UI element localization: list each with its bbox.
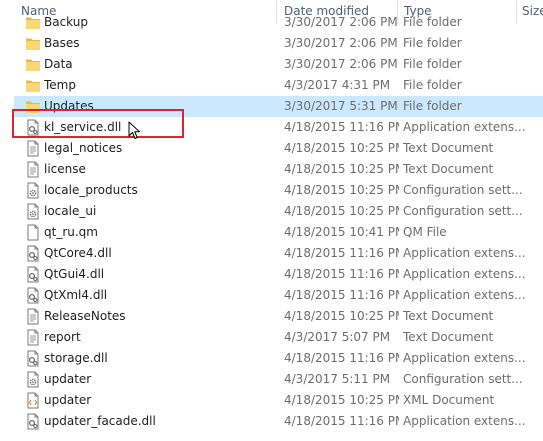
file-date-modified: 4/18/2015 10:25 PM xyxy=(284,309,399,323)
file-name: locale_products xyxy=(44,183,138,197)
file-name: QtXml4.dll xyxy=(44,288,108,302)
file-type: Text Document xyxy=(403,330,494,344)
file-name: ReleaseNotes xyxy=(44,309,126,323)
file-row[interactable]: storage.dll 4/18/2015 11:16 PM Application… xyxy=(14,348,543,369)
file-type: File folder xyxy=(403,15,462,29)
file-date-modified: 4/18/2015 11:16 PM xyxy=(284,414,399,428)
file-row[interactable]: legal_notices 4/18/2015 10:25 PM Text Docu… xyxy=(14,138,543,159)
file-date-modified: 4/18/2015 11:16 PM xyxy=(284,267,399,281)
file-name: updater xyxy=(44,372,92,386)
file-type: Application extens... xyxy=(403,351,526,365)
file-date-modified: 3/30/2017 2:06 PM xyxy=(284,36,398,50)
folder-icon xyxy=(25,35,41,52)
file-row[interactable]: locale_ui 4/18/2015 10:25 PM Configuration… xyxy=(14,201,543,222)
file-date-modified: 4/18/2015 11:16 PM xyxy=(284,288,399,302)
file-date-modified: 4/3/2017 4:31 PM xyxy=(284,78,391,92)
file-type: Application extens... xyxy=(403,267,526,281)
file-date-modified: 4/18/2015 11:16 PM xyxy=(284,120,399,134)
folder-icon xyxy=(25,56,41,73)
text-document-icon xyxy=(25,140,41,157)
file-row[interactable]: Bases 3/30/2017 2:06 PM File folder xyxy=(14,33,543,54)
file-name: report xyxy=(44,330,81,344)
file-name: Backup xyxy=(44,15,88,29)
file-date-modified: 4/18/2015 10:25 PM xyxy=(284,393,399,407)
file-type: QM File xyxy=(403,225,447,239)
file-row[interactable]: QtGui4.dll 4/18/2015 11:16 PM Application … xyxy=(14,264,543,285)
file-name: locale_ui xyxy=(44,204,97,218)
file-type: Text Document xyxy=(403,162,494,176)
file-row[interactable]: report 4/3/2017 5:07 PM Text Document xyxy=(14,327,543,348)
file-type: Application extens... xyxy=(403,120,526,134)
file-type: File folder xyxy=(403,78,462,92)
file-name: updater_facade.dll xyxy=(44,414,156,428)
file-type: Application extens... xyxy=(403,246,526,260)
folder-icon xyxy=(25,77,41,94)
file-row[interactable]: QtCore4.dll 4/18/2015 11:16 PM Application… xyxy=(14,243,543,264)
dll-file-icon xyxy=(25,266,41,283)
file-type: Application extens... xyxy=(403,414,526,428)
file-type: Configuration sett... xyxy=(403,183,523,197)
blank-file-icon xyxy=(25,224,41,241)
file-type: File folder xyxy=(403,99,462,113)
file-date-modified: 3/30/2017 2:06 PM xyxy=(284,57,398,71)
file-row[interactable]: Data 3/30/2017 2:06 PM File folder xyxy=(14,54,543,75)
file-row[interactable]: qt_ru.qm 4/18/2015 10:41 PM QM File xyxy=(14,222,543,243)
config-file-icon xyxy=(25,182,41,199)
file-date-modified: 4/18/2015 10:25 PM xyxy=(284,141,399,155)
text-document-icon xyxy=(25,329,41,346)
file-type: Configuration sett... xyxy=(403,204,523,218)
config-file-icon xyxy=(25,371,41,388)
mouse-cursor-icon xyxy=(128,121,140,139)
text-document-icon xyxy=(25,308,41,325)
file-name: QtCore4.dll xyxy=(44,246,112,260)
file-name: Bases xyxy=(44,36,80,50)
file-date-modified: 4/18/2015 10:41 PM xyxy=(284,225,399,239)
file-row[interactable]: Temp 4/3/2017 4:31 PM File folder xyxy=(14,75,543,96)
file-date-modified: 3/30/2017 5:31 PM xyxy=(284,99,398,113)
folder-icon xyxy=(25,14,41,31)
dll-file-icon xyxy=(25,413,41,430)
file-date-modified: 3/30/2017 2:06 PM xyxy=(284,15,398,29)
file-name: legal_notices xyxy=(44,141,123,155)
file-row[interactable]: updater 4/3/2017 5:11 PM Configuration set… xyxy=(14,369,543,390)
file-name: Data xyxy=(44,57,73,71)
file-type: XML Document xyxy=(403,393,495,407)
highlight-box xyxy=(12,109,184,138)
file-row[interactable]: locale_products 4/18/2015 10:25 PM Configu… xyxy=(14,180,543,201)
config-file-icon xyxy=(25,203,41,220)
dll-file-icon xyxy=(25,350,41,367)
file-name: qt_ru.qm xyxy=(44,225,98,239)
file-date-modified: 4/3/2017 5:11 PM xyxy=(284,372,391,386)
file-name: Temp xyxy=(44,78,76,92)
file-date-modified: 4/18/2015 10:25 PM xyxy=(284,162,399,176)
file-type: Text Document xyxy=(403,309,494,323)
file-type: Configuration sett... xyxy=(403,372,523,386)
file-date-modified: 4/18/2015 10:25 PM xyxy=(284,204,399,218)
file-row[interactable]: license 4/18/2015 10:25 PM Text Document xyxy=(14,159,543,180)
file-name: QtGui4.dll xyxy=(44,267,105,281)
file-date-modified: 4/3/2017 5:07 PM xyxy=(284,330,391,344)
file-row[interactable]: updater 4/18/2015 10:25 PM XML Document xyxy=(14,390,543,411)
file-row[interactable]: Backup 3/30/2017 2:06 PM File folder xyxy=(14,12,543,33)
dll-file-icon xyxy=(25,287,41,304)
file-date-modified: 4/18/2015 10:25 PM xyxy=(284,183,399,197)
file-type: File folder xyxy=(403,57,462,71)
file-name: storage.dll xyxy=(44,351,108,365)
file-row[interactable]: QtXml4.dll 4/18/2015 11:16 PM Application … xyxy=(14,285,543,306)
dll-file-icon xyxy=(25,245,41,262)
file-type: Application extens... xyxy=(403,288,526,302)
file-row[interactable]: updater_facade.dll 4/18/2015 11:16 PM Appl… xyxy=(14,411,543,432)
file-date-modified: 4/18/2015 11:16 PM xyxy=(284,351,399,365)
file-type: File folder xyxy=(403,36,462,50)
file-name: updater xyxy=(44,393,92,407)
file-name: license xyxy=(44,162,86,176)
file-row[interactable]: ReleaseNotes 4/18/2015 10:25 PM Text Docum… xyxy=(14,306,543,327)
xml-document-icon xyxy=(25,392,41,409)
file-type: Text Document xyxy=(403,141,494,155)
text-document-icon xyxy=(25,161,41,178)
file-date-modified: 4/18/2015 11:16 PM xyxy=(284,246,399,260)
